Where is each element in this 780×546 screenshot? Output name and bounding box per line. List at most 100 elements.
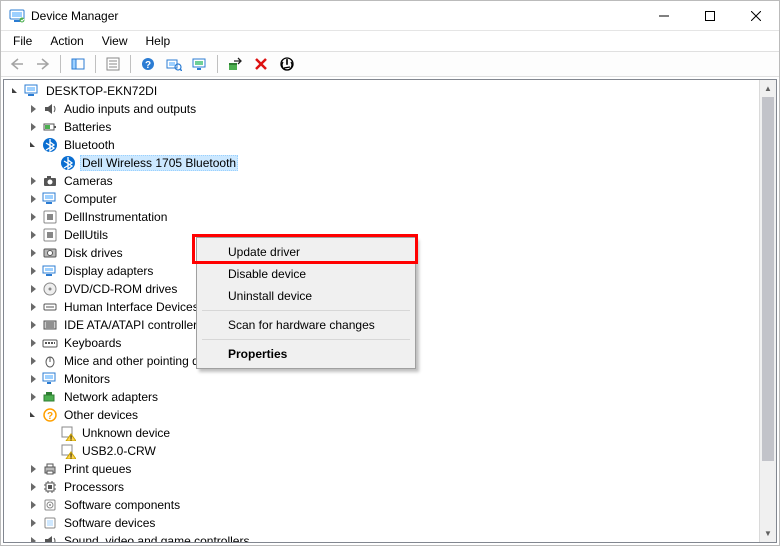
toolbar-separator (95, 55, 96, 73)
tree-device-usb2-crw[interactable]: ! USB2.0-CRW (4, 442, 759, 460)
back-button[interactable] (5, 53, 29, 75)
expand-arrow-icon[interactable] (26, 534, 40, 542)
context-menu-uninstall-device[interactable]: Uninstall device (200, 285, 412, 307)
context-menu: Update driver Disable device Uninstall d… (196, 237, 416, 369)
expand-arrow-icon[interactable] (26, 354, 40, 368)
expand-arrow-icon[interactable] (26, 498, 40, 512)
tree-category-bluetooth[interactable]: Bluetooth (4, 136, 759, 154)
update-driver-toolbar-button[interactable] (223, 53, 247, 75)
mouse-icon (42, 353, 58, 369)
computer-icon (24, 83, 40, 99)
menu-bar: File Action View Help (1, 31, 779, 51)
toolbar-separator (130, 55, 131, 73)
tree-label: Software components (62, 498, 182, 512)
help-toolbar-button[interactable]: ? (136, 53, 160, 75)
optical-drive-icon (42, 281, 58, 297)
software-device-icon (42, 515, 58, 531)
warning-device-icon: ! (60, 425, 76, 441)
tree-category-batteries[interactable]: Batteries (4, 118, 759, 136)
printer-icon (42, 461, 58, 477)
disable-device-toolbar-button[interactable] (275, 53, 299, 75)
tree-label: Display adapters (62, 264, 155, 278)
title-bar: Device Manager (1, 1, 779, 31)
expand-arrow-icon[interactable] (26, 192, 40, 206)
vertical-scrollbar[interactable]: ▲ ▼ (759, 80, 776, 542)
window-controls (641, 1, 779, 30)
expand-arrow-icon[interactable] (26, 174, 40, 188)
expand-arrow-icon[interactable] (26, 264, 40, 278)
tree-category-monitors[interactable]: Monitors (4, 370, 759, 388)
system-device-icon (42, 227, 58, 243)
scroll-down-button[interactable]: ▼ (760, 525, 776, 542)
computer-icon (42, 191, 58, 207)
tree-category-network-adapters[interactable]: Network adapters (4, 388, 759, 406)
menu-help[interactable]: Help (138, 33, 179, 49)
scroll-thumb[interactable] (760, 97, 776, 525)
tree-device-unknown[interactable]: ! Unknown device (4, 424, 759, 442)
expand-arrow-icon[interactable] (26, 300, 40, 314)
context-menu-disable-device[interactable]: Disable device (200, 263, 412, 285)
tree-root[interactable]: DESKTOP-EKN72DI (4, 82, 759, 100)
expand-arrow-icon[interactable] (26, 210, 40, 224)
scroll-up-button[interactable]: ▲ (760, 80, 776, 97)
tree-label: DVD/CD-ROM drives (62, 282, 179, 296)
tree-category-computer[interactable]: Computer (4, 190, 759, 208)
show-hide-console-tree-button[interactable] (66, 53, 90, 75)
svg-text:?: ? (47, 411, 53, 422)
expand-arrow-icon[interactable] (26, 408, 40, 422)
expand-arrow-icon[interactable] (26, 318, 40, 332)
menu-action[interactable]: Action (42, 33, 91, 49)
tree-device-dell-wireless-1705-bluetooth[interactable]: Dell Wireless 1705 Bluetooth (4, 154, 759, 172)
expand-arrow-icon[interactable] (26, 228, 40, 242)
expand-arrow-icon[interactable] (26, 336, 40, 350)
expand-arrow-icon[interactable] (26, 480, 40, 494)
context-menu-scan-hardware[interactable]: Scan for hardware changes (200, 314, 412, 336)
tree-category-software-devices[interactable]: Software devices (4, 514, 759, 532)
tree-label: Keyboards (62, 336, 123, 350)
monitor-icon (42, 371, 58, 387)
tree-label: DellInstrumentation (62, 210, 169, 224)
expand-arrow-icon[interactable] (26, 138, 40, 152)
tree-category-software-components[interactable]: Software components (4, 496, 759, 514)
network-adapter-icon (42, 389, 58, 405)
context-menu-properties[interactable]: Properties (200, 343, 412, 365)
tree-category-dell-instrumentation[interactable]: DellInstrumentation (4, 208, 759, 226)
tree-label: Unknown device (80, 426, 172, 440)
expand-arrow-icon[interactable] (8, 84, 22, 98)
processor-icon (42, 479, 58, 495)
forward-button[interactable] (31, 53, 55, 75)
expand-arrow-icon[interactable] (26, 102, 40, 116)
menu-view[interactable]: View (94, 33, 136, 49)
tree-category-other-devices[interactable]: ? Other devices (4, 406, 759, 424)
tree-label: Dell Wireless 1705 Bluetooth (80, 155, 238, 171)
tree-label: Other devices (62, 408, 140, 422)
scan-hardware-toolbar-button[interactable] (162, 53, 186, 75)
close-button[interactable] (733, 1, 779, 30)
expand-arrow-icon[interactable] (26, 390, 40, 404)
uninstall-device-toolbar-button[interactable] (249, 53, 273, 75)
context-menu-separator (202, 339, 410, 340)
battery-icon (42, 119, 58, 135)
bluetooth-icon (60, 155, 76, 171)
minimize-button[interactable] (641, 1, 687, 30)
tree-label: Network adapters (62, 390, 160, 404)
expand-arrow-icon[interactable] (26, 246, 40, 260)
menu-file[interactable]: File (5, 33, 40, 49)
expand-arrow-icon[interactable] (26, 120, 40, 134)
tree-category-processors[interactable]: Processors (4, 478, 759, 496)
tree-category-audio[interactable]: Audio inputs and outputs (4, 100, 759, 118)
context-menu-update-driver[interactable]: Update driver (200, 241, 412, 263)
properties-toolbar-button[interactable] (101, 53, 125, 75)
enable-device-toolbar-button[interactable] (188, 53, 212, 75)
tree-category-sound-video-game-controllers[interactable]: Sound, video and game controllers (4, 532, 759, 542)
maximize-button[interactable] (687, 1, 733, 30)
tree-category-print-queues[interactable]: Print queues (4, 460, 759, 478)
expand-arrow-icon[interactable] (26, 516, 40, 530)
expand-arrow-icon[interactable] (26, 372, 40, 386)
tree-label: Sound, video and game controllers (62, 534, 251, 542)
tree-category-cameras[interactable]: Cameras (4, 172, 759, 190)
tree-label: Disk drives (62, 246, 125, 260)
expand-arrow-icon[interactable] (26, 282, 40, 296)
expand-arrow-icon[interactable] (26, 462, 40, 476)
tree-label: Monitors (62, 372, 112, 386)
